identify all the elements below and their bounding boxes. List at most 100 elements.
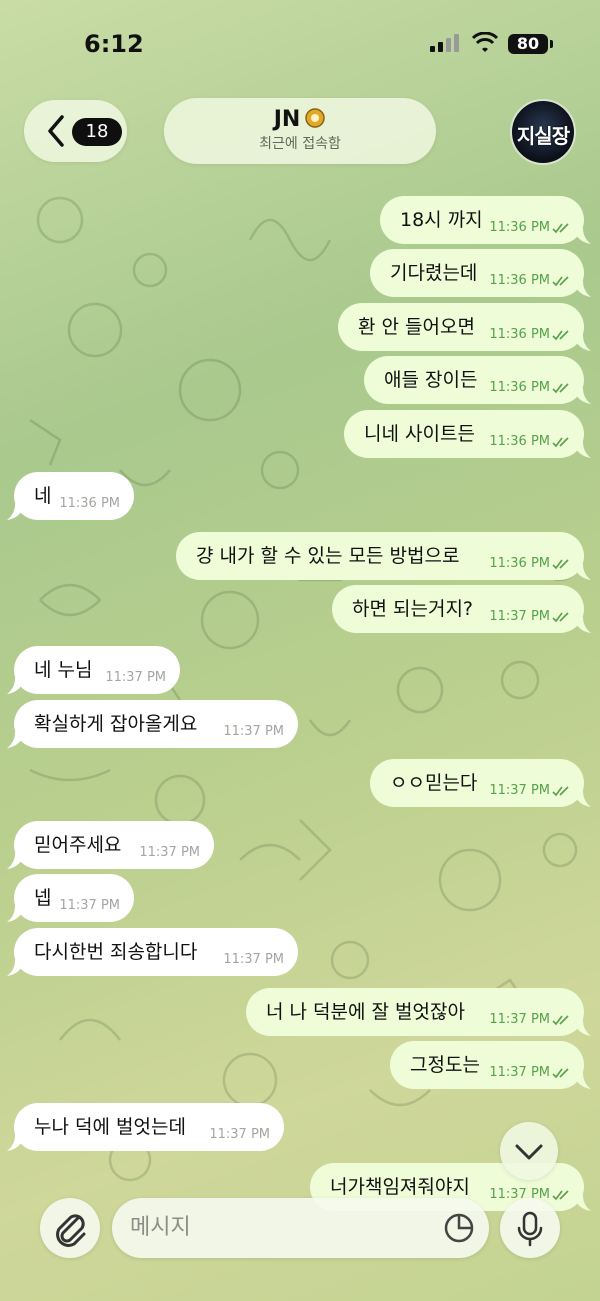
- bubble-tail: [573, 388, 591, 404]
- message-timestamp: 11:37 PM: [489, 783, 550, 798]
- outgoing-message[interactable]: 하면 되는거지? 11:37 PM: [332, 585, 591, 633]
- attach-button[interactable]: [40, 1198, 100, 1258]
- message-text: 확실하게 잡아올게요: [34, 713, 198, 735]
- paperclip-icon: [56, 1214, 86, 1247]
- bubble-tail: [573, 617, 591, 633]
- status-bar: 6:12 80: [0, 0, 600, 90]
- bubble-tail: [7, 960, 25, 976]
- voice-record-button[interactable]: [500, 1198, 560, 1258]
- incoming-message[interactable]: 넵 11:37 PM: [7, 874, 134, 922]
- chevron-down-icon: [515, 1144, 543, 1160]
- outgoing-message[interactable]: 니네 사이트든 11:36 PM: [344, 410, 591, 458]
- incoming-message[interactable]: 다시한번 죄송합니다 11:37 PM: [7, 928, 298, 976]
- message-timestamp: 11:36 PM: [489, 273, 550, 288]
- message-timestamp: 11:37 PM: [223, 724, 284, 739]
- double-check-icon: [552, 1015, 569, 1026]
- incoming-message[interactable]: 네 누님 11:37 PM: [7, 646, 180, 694]
- incoming-message[interactable]: 믿어주세요 11:37 PM: [7, 821, 214, 869]
- bubble-tail: [7, 1135, 25, 1151]
- message-text: 니네 사이트든: [364, 423, 475, 445]
- message-input-placeholder: 메시지: [130, 1215, 191, 1240]
- double-check-icon: [552, 330, 569, 341]
- status-time: 6:12: [84, 30, 144, 58]
- bubble-tail: [573, 1195, 591, 1211]
- message-timestamp: 11:36 PM: [489, 434, 550, 449]
- double-check-icon: [552, 383, 569, 394]
- message-timestamp: 11:37 PM: [105, 670, 166, 685]
- message-timestamp: 11:36 PM: [489, 556, 550, 571]
- message-timestamp: 11:36 PM: [489, 327, 550, 342]
- double-check-icon: [552, 612, 569, 623]
- message-text: 넵: [34, 887, 52, 909]
- incoming-message[interactable]: 확실하게 잡아올게요 11:37 PM: [7, 700, 298, 748]
- message-text: ㅇㅇ믿는다: [390, 772, 478, 794]
- message-timestamp: 11:37 PM: [223, 952, 284, 967]
- outgoing-message[interactable]: 그정도는 11:37 PM: [390, 1041, 591, 1089]
- outgoing-message[interactable]: 너 나 덕분에 잘 벌엇잖아 11:37 PM: [246, 988, 591, 1036]
- avatar[interactable]: 지실장: [510, 99, 576, 165]
- outgoing-message[interactable]: ㅇㅇ믿는다 11:37 PM: [370, 759, 591, 807]
- message-timestamp: 11:37 PM: [489, 1065, 550, 1080]
- gold-medal-icon: [305, 108, 326, 128]
- incoming-message[interactable]: 네 11:36 PM: [7, 472, 134, 520]
- bubble-tail: [7, 678, 25, 694]
- incoming-message[interactable]: 누나 덕에 벌엇는데 11:37 PM: [7, 1103, 284, 1151]
- scroll-down-button[interactable]: [500, 1122, 558, 1180]
- bubble-tail: [573, 791, 591, 807]
- battery-tip: [550, 40, 553, 48]
- message-timestamp: 11:37 PM: [209, 1127, 270, 1142]
- message-text: 애들 장이든: [384, 369, 478, 391]
- message-timestamp: 11:37 PM: [489, 1012, 550, 1027]
- back-button[interactable]: 18: [24, 100, 127, 162]
- bubble-tail: [7, 853, 25, 869]
- double-check-icon: [552, 276, 569, 287]
- battery-level: 80: [508, 34, 548, 54]
- message-text: 네 누님: [34, 659, 93, 681]
- message-text: 하면 되는거지?: [352, 598, 474, 620]
- bubble-tail: [573, 228, 591, 244]
- outgoing-message[interactable]: 기다렸는데 11:36 PM: [370, 249, 591, 297]
- message-text: 18시 까지: [400, 209, 483, 231]
- bubble-tail: [573, 1020, 591, 1036]
- message-text: 너가책임져줘야지: [330, 1176, 470, 1198]
- message-timestamp: 11:36 PM: [489, 220, 550, 235]
- message-text: 그정도는: [410, 1054, 480, 1076]
- wifi-icon: [472, 32, 498, 52]
- bubble-tail: [573, 335, 591, 351]
- message-text: 믿어주세요: [34, 834, 122, 856]
- unread-count-badge: 18: [72, 118, 122, 146]
- message-text: 네: [34, 485, 52, 507]
- bubble-tail: [7, 906, 25, 922]
- message-text: 누나 덕에 벌엇는데: [34, 1116, 186, 1138]
- cellular-signal-icon: [430, 34, 459, 52]
- sticker-icon[interactable]: [443, 1212, 475, 1244]
- bubble-tail: [573, 564, 591, 580]
- bubble-tail: [573, 442, 591, 458]
- bubble-tail: [573, 1073, 591, 1089]
- outgoing-message[interactable]: 18시 까지 11:36 PM: [380, 196, 591, 244]
- avatar-text: 지실장: [516, 124, 570, 148]
- double-check-icon: [552, 559, 569, 570]
- message-timestamp: 11:37 PM: [139, 845, 200, 860]
- chat-subtitle: 최근에 접속함: [259, 136, 341, 152]
- microphone-icon: [517, 1211, 543, 1247]
- bubble-tail: [7, 732, 25, 748]
- message-text: 기다렸는데: [390, 262, 478, 284]
- bubble-tail: [7, 504, 25, 520]
- double-check-icon: [552, 437, 569, 448]
- message-input[interactable]: 메시지: [112, 1198, 489, 1258]
- outgoing-message[interactable]: 환 안 들어오면 11:36 PM: [338, 303, 591, 351]
- message-text: 다시한번 죄송합니다: [34, 941, 198, 963]
- bubble-tail: [573, 281, 591, 297]
- message-text: 걍 내가 할 수 있는 모든 방법으로: [196, 545, 460, 567]
- double-check-icon: [552, 1068, 569, 1079]
- message-text: 너 나 덕분에 잘 벌엇잖아: [266, 1001, 465, 1023]
- double-check-icon: [552, 786, 569, 797]
- message-timestamp: 11:37 PM: [489, 609, 550, 624]
- message-timestamp: 11:37 PM: [59, 898, 120, 913]
- outgoing-message[interactable]: 걍 내가 할 수 있는 모든 방법으로 11:36 PM: [176, 532, 591, 580]
- chat-title-pill[interactable]: JN 최근에 접속함: [164, 98, 436, 164]
- message-text: 환 안 들어오면: [358, 316, 475, 338]
- outgoing-message[interactable]: 애들 장이든 11:36 PM: [364, 356, 591, 404]
- chat-title-text: JN: [273, 107, 301, 132]
